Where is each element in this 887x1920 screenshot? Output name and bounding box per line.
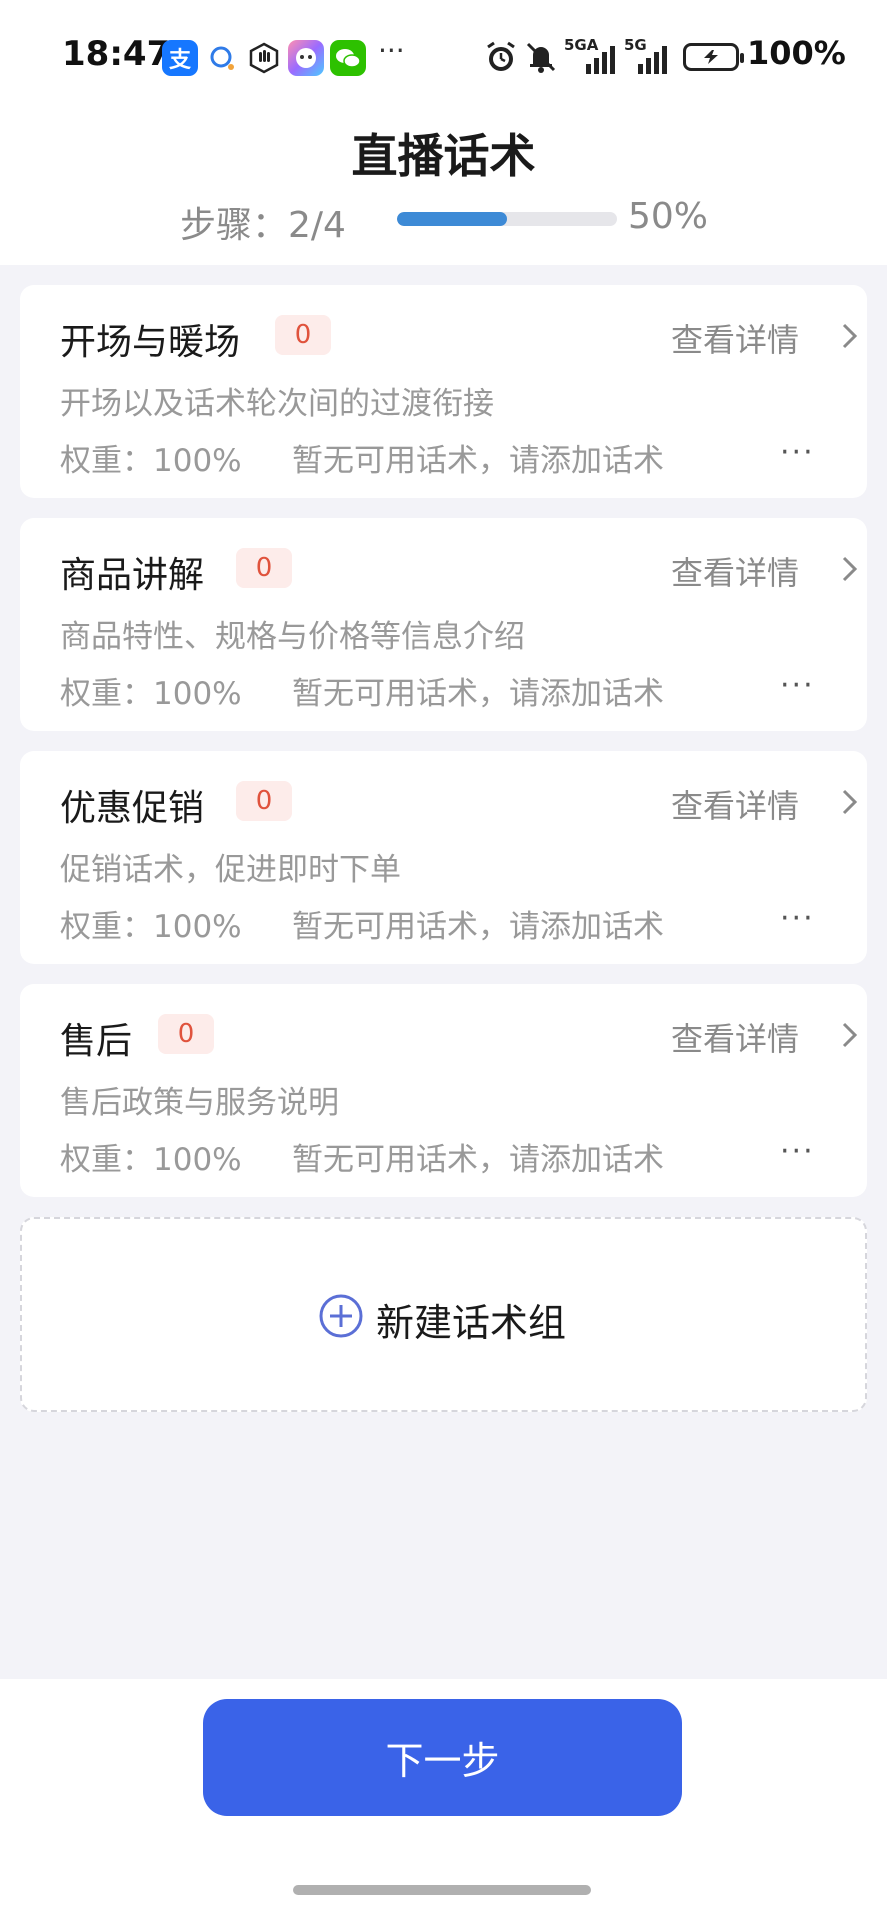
page-title: 直播话术 [351, 129, 536, 183]
group-description: 商品特性、规格与价格等信息介绍 [60, 619, 525, 655]
more-options-icon[interactable]: ··· [780, 435, 815, 470]
count-badge: 0 [158, 1014, 214, 1054]
empty-hint: 暂无可用话术，请添加话术 [292, 909, 664, 945]
chevron-right-icon[interactable] [838, 1020, 862, 1050]
empty-hint: 暂无可用话术，请添加话术 [292, 676, 664, 712]
script-group-card[interactable]: 优惠促销 0 查看详情 促销话术，促进即时下单 权重：100% 暂无可用话术，请… [20, 751, 867, 964]
group-title: 售后 [60, 1021, 133, 1062]
signal-bars-icon [630, 44, 674, 78]
status-bar: 18:47 支 ··· 5GA 5G 100% [0, 28, 887, 84]
empty-hint: 暂无可用话术，请添加话术 [292, 443, 664, 479]
chat-bubble-icon [204, 40, 240, 76]
group-description: 开场以及话术轮次间的过渡衔接 [60, 386, 494, 422]
group-weight: 权重：100% [60, 443, 242, 479]
script-group-card[interactable]: 商品讲解 0 查看详情 商品特性、规格与价格等信息介绍 权重：100% 暂无可用… [20, 518, 867, 731]
status-time: 18:47 [62, 34, 171, 74]
alipay-icon: 支 [162, 40, 198, 76]
assistant-app-icon [288, 40, 324, 76]
more-options-icon[interactable]: ··· [780, 901, 815, 936]
group-title: 开场与暖场 [60, 322, 241, 363]
group-weight: 权重：100% [60, 676, 242, 712]
new-script-group-button[interactable]: 新建话术组 [20, 1217, 867, 1412]
next-step-button[interactable]: 下一步 [203, 1699, 682, 1816]
step-indicator: 步骤：2/4 [180, 205, 346, 246]
status-more-dots: ··· [378, 34, 405, 67]
group-description: 促销话术，促进即时下单 [60, 852, 401, 888]
count-badge: 0 [236, 548, 292, 588]
plus-circle-icon [319, 1294, 363, 1338]
group-title: 商品讲解 [60, 555, 205, 596]
more-options-icon[interactable]: ··· [780, 668, 815, 703]
wechat-icon [330, 40, 366, 76]
alarm-icon [484, 40, 518, 78]
battery-icon [683, 43, 744, 71]
view-details-link[interactable]: 查看详情 [671, 1014, 799, 1060]
bottom-bar: 下一步 [0, 1679, 887, 1920]
header-area: 18:47 支 ··· 5GA 5G 100% 直播话术 步骤：2/4 50% [0, 0, 887, 265]
script-group-card[interactable]: 开场与暖场 0 查看详情 开场以及话术轮次间的过渡衔接 权重：100% 暂无可用… [20, 285, 867, 498]
count-badge: 0 [275, 315, 331, 355]
group-title: 优惠促销 [60, 788, 205, 829]
view-details-link[interactable]: 查看详情 [671, 781, 799, 827]
chevron-right-icon[interactable] [838, 321, 862, 351]
bell-muted-icon [524, 40, 558, 78]
view-details-link[interactable]: 查看详情 [671, 315, 799, 361]
new-group-label: 新建话术组 [376, 1301, 567, 1345]
empty-hint: 暂无可用话术，请添加话术 [292, 1142, 664, 1178]
view-details-link[interactable]: 查看详情 [671, 548, 799, 594]
progress-fill [397, 212, 507, 226]
progress-percent: 50% [628, 196, 709, 237]
more-options-icon[interactable]: ··· [780, 1134, 815, 1169]
chevron-right-icon[interactable] [838, 554, 862, 584]
chevron-right-icon[interactable] [838, 787, 862, 817]
battery-percent: 100% [747, 34, 846, 72]
count-badge: 0 [236, 781, 292, 821]
group-weight: 权重：100% [60, 909, 242, 945]
hand-icon [246, 40, 282, 76]
home-indicator[interactable] [293, 1885, 591, 1895]
script-group-card[interactable]: 售后 0 查看详情 售后政策与服务说明 权重：100% 暂无可用话术，请添加话术… [20, 984, 867, 1197]
signal-bars-icon [574, 44, 618, 78]
group-description: 售后政策与服务说明 [60, 1085, 339, 1121]
progress-bar [397, 212, 617, 226]
group-weight: 权重：100% [60, 1142, 242, 1178]
